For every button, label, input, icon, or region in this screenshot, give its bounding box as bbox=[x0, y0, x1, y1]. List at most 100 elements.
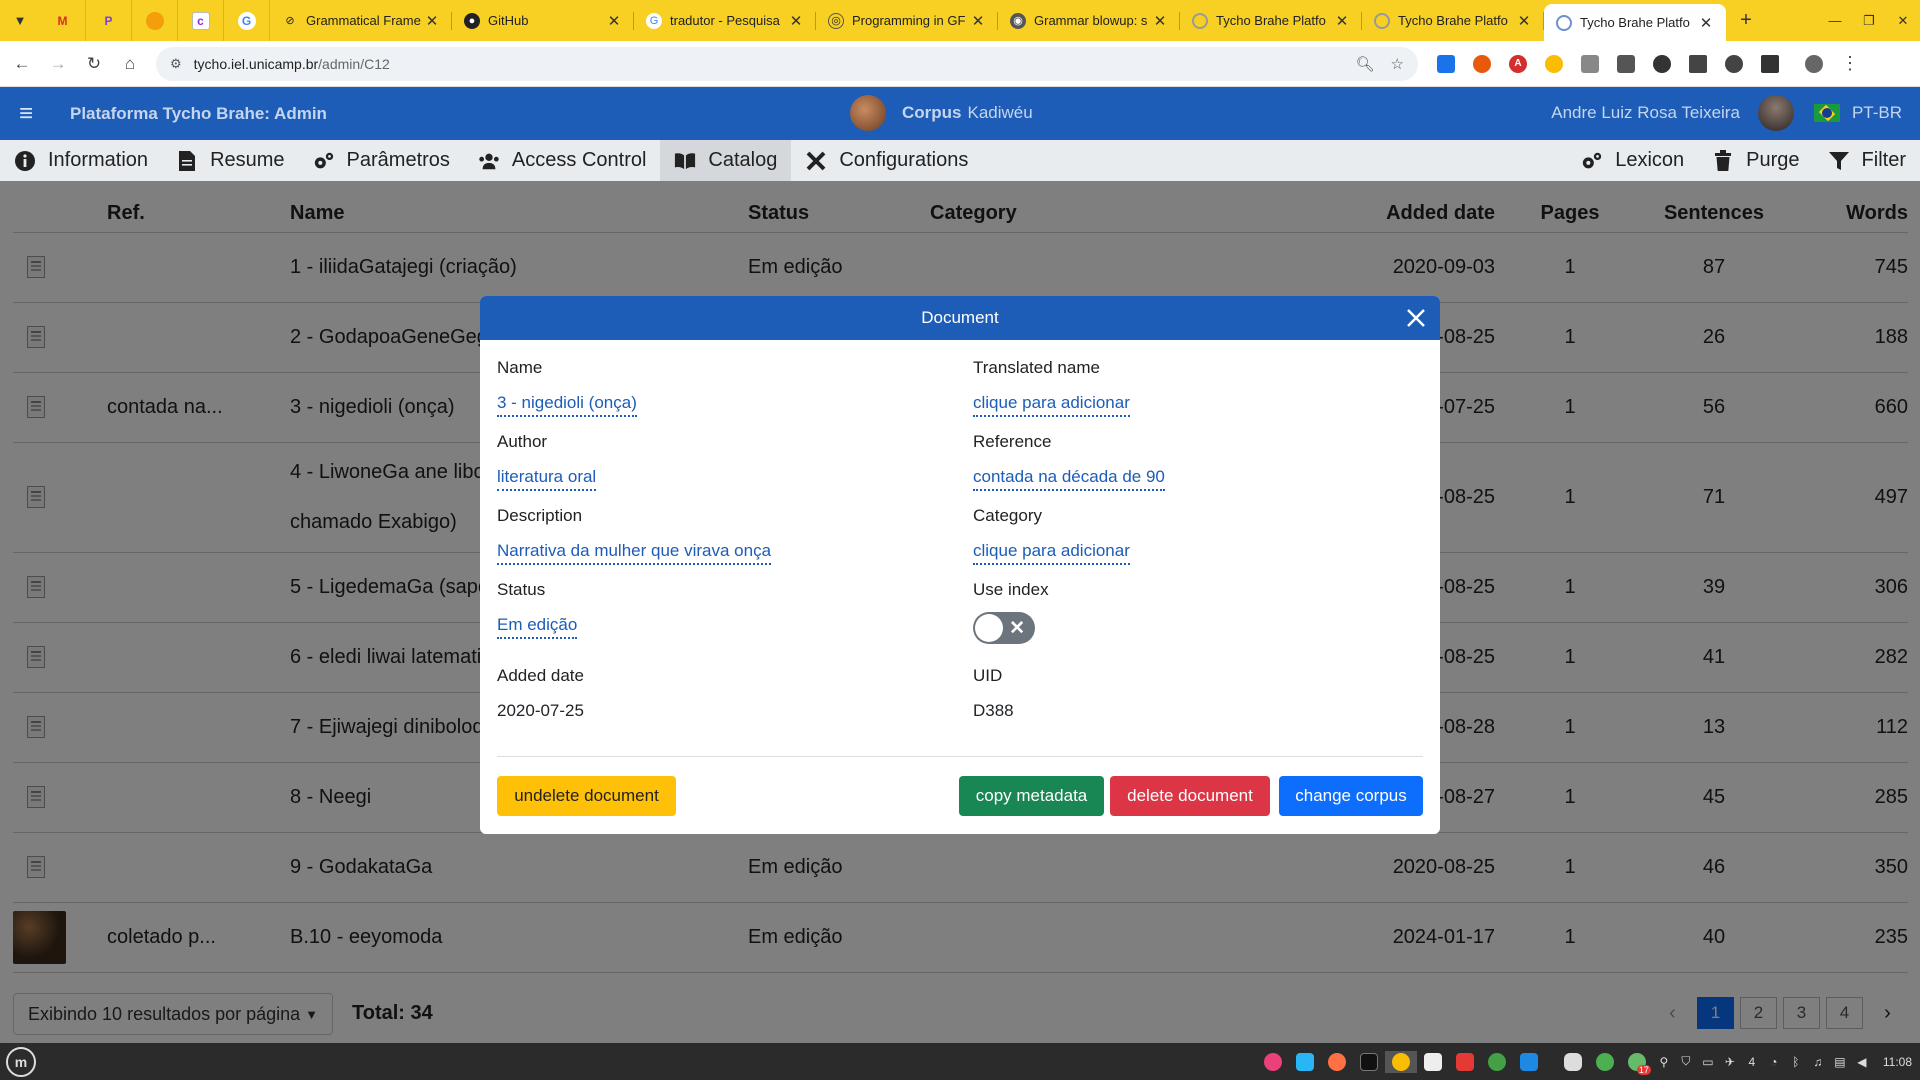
description-editable[interactable]: Narrativa da mulher que virava onça bbox=[497, 541, 772, 565]
translated-name-editable[interactable]: clique para adicionar bbox=[973, 393, 1130, 417]
pinned-tab-calendar[interactable]: c bbox=[178, 0, 224, 41]
toolbar-filter[interactable]: Filter bbox=[1814, 140, 1920, 181]
brazil-flag-icon[interactable] bbox=[1813, 104, 1840, 122]
toolbar-access-control[interactable]: Access Control bbox=[464, 140, 661, 181]
back-arrow-icon[interactable]: ← bbox=[4, 54, 40, 74]
pinned-tab-orange[interactable] bbox=[132, 0, 178, 41]
browser-tab[interactable]: ◎ Programming in GF ✕ bbox=[816, 0, 998, 41]
app-red-icon[interactable] bbox=[1449, 1051, 1481, 1073]
discord-icon[interactable] bbox=[1557, 1051, 1589, 1073]
chrome-taskbar-icon[interactable] bbox=[1384, 1050, 1417, 1073]
chrome-tray-icon[interactable] bbox=[1589, 1051, 1621, 1073]
bluetooth-icon[interactable]: ᛒ bbox=[1785, 1051, 1807, 1073]
menu-dots-icon[interactable]: ⋮ bbox=[1832, 52, 1868, 76]
notification-badge-icon[interactable]: 17 bbox=[1621, 1051, 1653, 1075]
home-icon[interactable]: ⌂ bbox=[112, 54, 148, 74]
reload-icon[interactable]: ↻ bbox=[76, 54, 112, 74]
tab-search-chevron-icon[interactable]: ▼ bbox=[0, 0, 40, 41]
browser-tab[interactable]: ⊘ Grammatical Frame ✕ bbox=[270, 0, 452, 41]
field-name: Name 3 - nigedioli (onça) bbox=[497, 358, 637, 417]
vscode-icon[interactable] bbox=[1513, 1051, 1545, 1073]
mint-menu-icon[interactable]: m bbox=[6, 1046, 36, 1077]
key-icon[interactable] bbox=[1752, 52, 1788, 76]
forward-arrow-icon[interactable]: → bbox=[40, 54, 76, 74]
bookmark-star-icon[interactable]: ☆ bbox=[1391, 55, 1404, 73]
files-icon[interactable] bbox=[1289, 1051, 1321, 1073]
close-tab-icon[interactable]: ✕ bbox=[788, 12, 804, 30]
vpn-icon[interactable]: ✈ bbox=[1719, 1051, 1741, 1073]
close-tab-icon[interactable]: ✕ bbox=[424, 12, 440, 30]
language-selector[interactable]: PT-BR bbox=[1852, 103, 1902, 123]
whatsapp-icon[interactable] bbox=[1481, 1051, 1513, 1073]
toolbar-information[interactable]: Information bbox=[0, 140, 162, 181]
wifi-icon[interactable]: ◔ bbox=[1763, 1051, 1785, 1073]
extension-blue-icon[interactable] bbox=[1428, 52, 1464, 76]
new-tab-icon[interactable]: + bbox=[1726, 9, 1766, 32]
firefox-icon[interactable] bbox=[1321, 1051, 1353, 1073]
corpus-avatar bbox=[850, 95, 886, 131]
clipboard-icon[interactable]: ▤ bbox=[1829, 1051, 1851, 1073]
toolbar-resume[interactable]: Resume bbox=[162, 140, 298, 181]
music-icon[interactable]: ♫ bbox=[1807, 1051, 1829, 1073]
author-editable[interactable]: literatura oral bbox=[497, 467, 597, 491]
url-input[interactable]: ⚙ tycho.iel.unicamp.br/admin/C12 🔍︎ ☆ bbox=[156, 46, 1418, 81]
close-tab-icon[interactable]: ✕ bbox=[1334, 12, 1350, 30]
reference-editable[interactable]: contada na década de 90 bbox=[973, 467, 1165, 491]
browser-tab-active[interactable]: Tycho Brahe Platfo ✕ bbox=[1544, 4, 1726, 41]
shield-icon[interactable]: ⛉ bbox=[1675, 1051, 1697, 1073]
toolbar-parametros[interactable]: Parâmetros bbox=[299, 140, 464, 181]
pinned-tab-google[interactable]: G bbox=[224, 0, 270, 41]
hamburger-menu-icon[interactable]: ≡ bbox=[0, 100, 52, 128]
copy-metadata-button[interactable]: copy metadata bbox=[959, 776, 1104, 816]
close-tab-icon[interactable]: ✕ bbox=[606, 12, 622, 30]
browser-tab[interactable]: Gtradutor - Pesquisa ✕ bbox=[634, 0, 816, 41]
bookmarks-icon[interactable] bbox=[1680, 52, 1716, 76]
pinned-tab-p[interactable]: P bbox=[86, 0, 132, 41]
camera-icon[interactable] bbox=[1572, 52, 1608, 76]
extension-orange-icon[interactable] bbox=[1464, 52, 1500, 76]
profile-avatar[interactable] bbox=[1796, 52, 1832, 76]
extension-yellow-icon[interactable] bbox=[1536, 52, 1572, 76]
spy-icon[interactable] bbox=[1644, 52, 1680, 76]
balloon-icon[interactable] bbox=[1257, 1051, 1289, 1073]
adblock-icon[interactable]: A bbox=[1500, 52, 1536, 76]
user-name[interactable]: Andre Luiz Rosa Teixeira bbox=[1551, 103, 1740, 123]
browser-tab[interactable]: ◉ Grammar blowup: s ✕ bbox=[998, 0, 1180, 41]
history-icon[interactable] bbox=[1716, 52, 1752, 76]
restore-icon[interactable]: ❐ bbox=[1852, 13, 1886, 29]
change-corpus-button[interactable]: change corpus bbox=[1279, 776, 1423, 816]
zoom-icon[interactable]: 🔍︎ bbox=[1356, 55, 1375, 73]
network-icon[interactable]: ⚲ bbox=[1653, 1051, 1675, 1073]
toolbar-purge[interactable]: Purge bbox=[1698, 140, 1813, 181]
toolbar-lexicon[interactable]: Lexicon bbox=[1567, 140, 1698, 181]
user-avatar[interactable] bbox=[1757, 95, 1794, 131]
close-window-icon[interactable]: ✕ bbox=[1886, 13, 1920, 29]
browser-tab[interactable]: Tycho Brahe Platfo ✕ bbox=[1180, 0, 1362, 41]
close-tab-icon[interactable]: ✕ bbox=[1516, 12, 1532, 30]
use-index-toggle[interactable]: ✕ bbox=[973, 612, 1035, 644]
volume-icon[interactable]: ◀ bbox=[1851, 1051, 1873, 1073]
close-tab-icon[interactable]: ✕ bbox=[970, 12, 986, 30]
site-info-icon[interactable]: ⚙ bbox=[170, 56, 182, 72]
toolbar-configurations[interactable]: Configurations bbox=[791, 140, 982, 181]
browser-tab[interactable]: Tycho Brahe Platfo ✕ bbox=[1362, 0, 1544, 41]
minimize-icon[interactable]: — bbox=[1818, 13, 1852, 28]
pinned-tab-gmail[interactable]: M bbox=[40, 0, 86, 41]
close-icon[interactable] bbox=[1402, 304, 1430, 332]
browser-tab[interactable]: ● GitHub ✕ bbox=[452, 0, 634, 41]
corpus-selector[interactable]: Corpus Kadiwéu bbox=[850, 95, 1033, 131]
toolbar-catalog[interactable]: Catalog bbox=[660, 140, 792, 181]
terminal-icon[interactable] bbox=[1353, 1051, 1385, 1073]
document-viewer-icon[interactable] bbox=[1417, 1051, 1449, 1073]
name-editable[interactable]: 3 - nigedioli (onça) bbox=[497, 393, 637, 417]
drive-icon[interactable]: ▭ bbox=[1697, 1051, 1719, 1073]
github-icon: ● bbox=[464, 12, 480, 29]
undelete-document-button[interactable]: undelete document bbox=[497, 776, 676, 816]
modal-divider bbox=[497, 756, 1423, 757]
status-editable[interactable]: Em edição bbox=[497, 615, 578, 639]
close-tab-icon[interactable]: ✕ bbox=[1152, 12, 1168, 30]
delete-document-button[interactable]: delete document bbox=[1110, 776, 1270, 816]
extensions-puzzle-icon[interactable] bbox=[1608, 52, 1644, 76]
close-tab-icon[interactable]: ✕ bbox=[1698, 14, 1714, 32]
category-editable[interactable]: clique para adicionar bbox=[973, 541, 1130, 565]
